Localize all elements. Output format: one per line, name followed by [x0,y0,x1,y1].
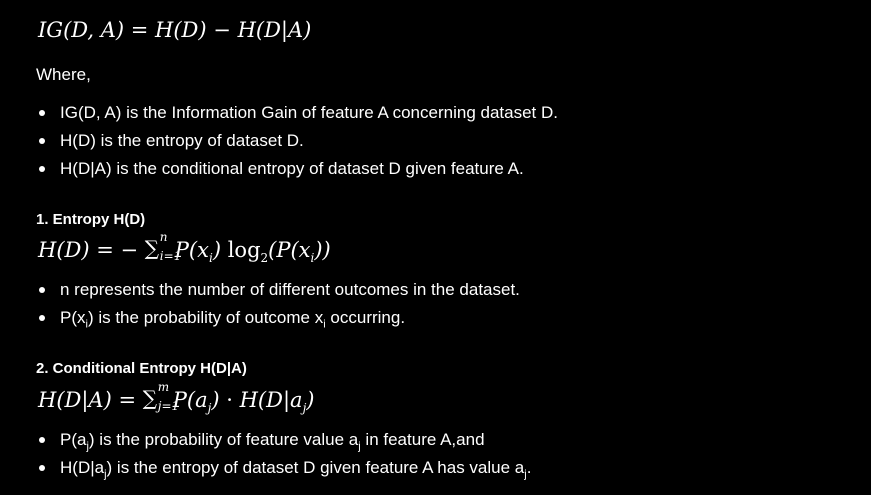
where-label: Where, [36,65,91,84]
list-item: P(xi) is the probability of outcome xi o… [36,304,520,332]
list-item-text: H(D|a [60,458,105,477]
ig-definition-list: IG(D, A) is the Information Gain of feat… [36,99,558,183]
section-heading-conditional-entropy: 2. Conditional Entropy H(D|A) [36,360,247,377]
bullet-icon [39,110,45,116]
list-item-text: ) is the entropy of dataset D given feat… [106,458,525,477]
entropy-definition-list: n represents the number of different out… [36,276,520,332]
list-item-text: . [526,458,532,477]
formula-operator: = − [96,238,139,262]
bullet-icon [39,437,45,443]
list-item-text: H(D) is the entropy of dataset D. [60,131,304,150]
sigma-glyph: ∑ [142,386,158,410]
section-heading-entropy: 1. Entropy H(D) [36,211,146,228]
formula-term: ) [212,238,222,262]
sigma-glyph: ∑ [144,236,160,260]
bullet-icon [39,287,45,293]
sum-upper-limit: n [159,230,168,244]
formula-term: )) [314,238,331,262]
list-item: P(aj) is the probability of feature valu… [36,426,531,454]
formula-operator: = [118,388,137,412]
entropy-formula: H(D) = − ∑ n i=1 P(xi) log2(P(xi)) [38,231,331,266]
list-item-text: H(D|A) is the conditional entropy of dat… [60,159,524,178]
list-item: H(D|aj) is the entropy of dataset D give… [36,454,531,482]
formula-term: H(D|A) [38,388,112,412]
bullet-icon [39,166,45,172]
list-item-text: occurring. [325,308,406,327]
list-item: n represents the number of different out… [36,276,520,304]
summation-symbol: ∑ n i=1 [144,231,182,262]
list-item-text: P(x [60,308,86,327]
formula-term: H(D|a [239,388,303,412]
formula-operator: = [130,18,149,42]
sum-lower-limit: i=1 [159,249,182,263]
list-item-text: ) is the probability of outcome x [87,308,324,327]
list-item: H(D) is the entropy of dataset D. [36,127,558,155]
formula-term: H(D) [155,18,207,42]
formula-operator: − [213,18,231,42]
list-item: IG(D, A) is the Information Gain of feat… [36,99,558,127]
bullet-icon [39,138,45,144]
list-item-text: ) is the probability of feature value a [88,430,359,449]
formula-operator: · [226,388,233,412]
list-item-text: in feature A,and [360,430,485,449]
formula-term: H(D) [38,238,90,262]
formula-term: IG(D, A) [38,18,125,42]
list-item: H(D|A) is the conditional entropy of dat… [36,155,558,183]
sum-upper-limit: m [157,380,170,394]
summation-symbol: ∑ m j=1 [142,381,179,412]
formula-log: log [227,238,261,262]
list-item-text: P(a [60,430,87,449]
conditional-entropy-formula: H(D|A) = ∑ m j=1 P(aj) · H(D|aj) [38,381,315,414]
list-item-text: IG(D, A) is the Information Gain of feat… [60,103,558,122]
formula-term: ) [211,388,220,412]
bullet-icon [39,315,45,321]
formula-subscript: 2 [260,251,269,266]
bullet-icon [39,465,45,471]
formula-term: (P(x [268,238,311,262]
conditional-entropy-definition-list: P(aj) is the probability of feature valu… [36,426,531,482]
sum-lower-limit: j=1 [157,399,180,413]
formula-term: H(D|A) [237,18,312,42]
list-item-text: n represents the number of different out… [60,280,520,299]
formula-term: ) [306,388,315,412]
information-gain-formula: IG(D, A) = H(D) − H(D|A) [38,20,311,41]
